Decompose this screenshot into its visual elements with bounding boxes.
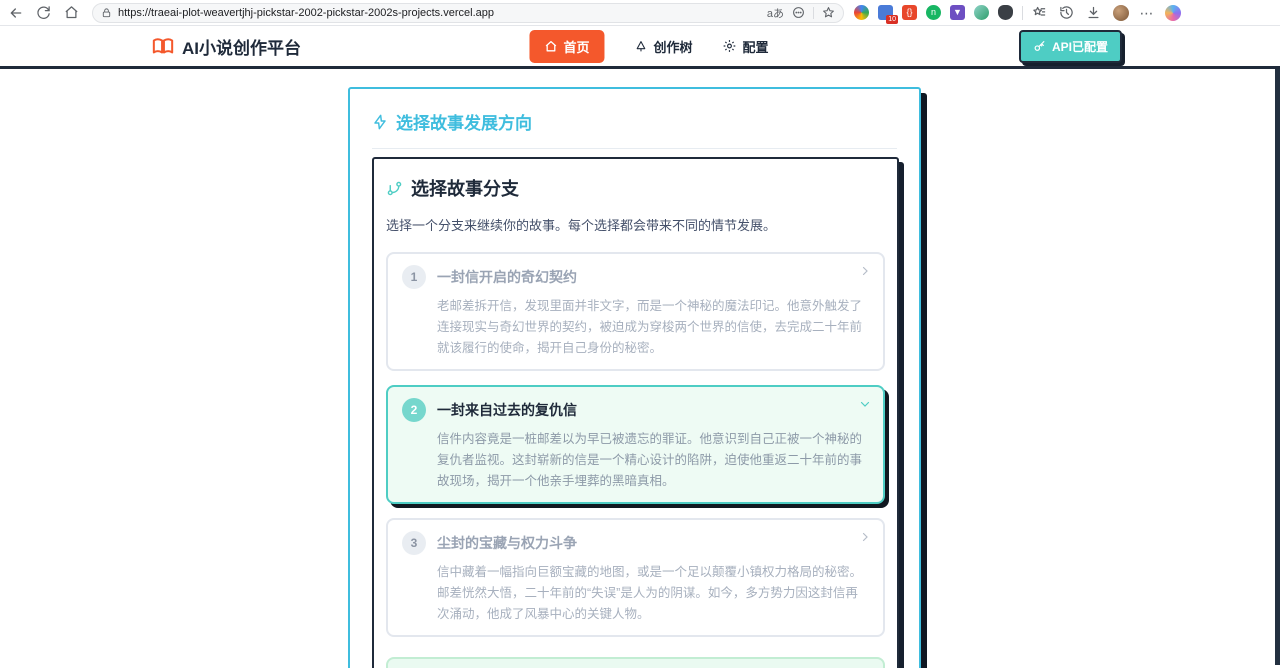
extension-shield-icon[interactable]: ▼: [950, 5, 965, 20]
nav-home-button[interactable]: 首页: [529, 29, 605, 63]
site-info-lock-icon[interactable]: [101, 7, 112, 19]
generation-progress-box: 正在生成详细内容... ∴· 19% 完成 预计还需 10-20 秒: [386, 657, 885, 668]
extension-colorwheel-icon[interactable]: [854, 5, 869, 20]
back-icon[interactable]: [8, 5, 26, 21]
section-title-row: 选择故事发展方向: [372, 109, 897, 134]
reader-icon[interactable]: [792, 6, 805, 19]
nav-creation-tree[interactable]: 创作树: [634, 37, 693, 56]
story-direction-panel: 选择故事发展方向 选择故事分支 选择一个分支来继续你的故事。每个选择都会带来不同…: [348, 87, 921, 668]
tree-icon: [634, 40, 647, 53]
option-title: 一封来自过去的复仇信: [437, 402, 577, 418]
option-number-badge: 3: [402, 531, 426, 555]
key-icon: [1033, 40, 1046, 53]
option-description: 信件内容竟是一桩邮差以为早已被遗忘的罪证。他意识到自己正被一个神秘的复仇者监视。…: [437, 432, 863, 488]
history-icon[interactable]: [1059, 5, 1077, 20]
favorite-star-icon[interactable]: [822, 6, 835, 19]
option-title: 一封信开启的奇幻契约: [437, 269, 577, 285]
extension-cat-icon[interactable]: [998, 5, 1013, 20]
app-header: AI小说创作平台 首页 创作树 配置 API已配置: [0, 26, 1280, 69]
browser-toolbar: https://traeai-plot-weavertjhj-pickstar-…: [0, 0, 1280, 26]
gear-icon: [723, 39, 737, 53]
copilot-icon[interactable]: [1165, 4, 1181, 21]
branch-select-card: 选择故事分支 选择一个分支来继续你的故事。每个选择都会带来不同的情节发展。 1 …: [372, 157, 899, 668]
downloads-icon[interactable]: [1086, 5, 1104, 20]
extension-code-icon[interactable]: {}: [902, 5, 917, 20]
home-icon: [544, 40, 557, 53]
card-title: 选择故事分支: [411, 179, 519, 199]
branch-option-1[interactable]: 1 一封信开启的奇幻契约 老邮差拆开信，发现里面并非文字，而是一个神秘的魔法印记…: [386, 252, 885, 371]
nav-config[interactable]: 配置: [723, 37, 769, 56]
option-title: 尘封的宝藏与权力斗争: [437, 535, 577, 551]
extensions-row: 10 {} n ▼ ⋯: [854, 4, 1181, 24]
home-icon[interactable]: [64, 5, 82, 20]
card-title-row: 选择故事分支: [386, 175, 885, 201]
git-branch-icon: [386, 180, 403, 197]
divider: [1022, 5, 1023, 20]
option-description: 信中藏着一幅指向巨额宝藏的地图，或是一个足以颠覆小镇权力格局的秘密。邮差恍然大悟…: [437, 565, 863, 621]
extension-puzzle-icon[interactable]: 10: [878, 5, 898, 24]
card-subtitle: 选择一个分支来继续你的故事。每个选择都会带来不同的情节发展。: [386, 218, 777, 233]
chevron-right-icon: [859, 265, 871, 277]
chevron-right-icon: [859, 531, 871, 543]
option-description: 老邮差拆开信，发现里面并非文字，而是一个神秘的魔法印记。他意外触发了连接现实与奇…: [437, 299, 863, 355]
section-title: 选择故事发展方向: [396, 114, 532, 133]
book-icon: [152, 37, 174, 56]
api-button-label: API已配置: [1051, 39, 1108, 54]
app-logo[interactable]: AI小说创作平台: [152, 34, 301, 59]
api-configured-button[interactable]: API已配置: [1018, 29, 1122, 63]
app-title: AI小说创作平台: [182, 38, 301, 58]
main-nav: 首页 创作树 配置: [529, 29, 769, 63]
extension-plant-icon[interactable]: [974, 5, 989, 20]
translate-icon[interactable]: aあ: [767, 5, 784, 21]
nav-config-label: 配置: [742, 39, 769, 55]
scrollbar[interactable]: [1275, 69, 1280, 665]
page-body: 选择故事发展方向 选择故事分支 选择一个分支来继续你的故事。每个选择都会带来不同…: [0, 69, 1280, 668]
branch-option-3[interactable]: 3 尘封的宝藏与权力斗争 信中藏着一幅指向巨额宝藏的地图，或是一个足以颠覆小镇权…: [386, 518, 885, 637]
collections-icon[interactable]: [1032, 5, 1050, 20]
url-text[interactable]: https://traeai-plot-weavertjhj-pickstar-…: [118, 7, 761, 19]
lightning-icon: [372, 114, 388, 130]
divider: [372, 148, 897, 149]
address-bar[interactable]: https://traeai-plot-weavertjhj-pickstar-…: [92, 2, 844, 23]
profile-avatar[interactable]: [1113, 4, 1129, 21]
branch-options: 1 一封信开启的奇幻契约 老邮差拆开信，发现里面并非文字，而是一个神秘的魔法印记…: [386, 252, 885, 637]
divider: [813, 6, 814, 19]
option-number-badge: 2: [402, 398, 426, 422]
browser-menu-icon[interactable]: ⋯: [1138, 6, 1156, 20]
refresh-icon[interactable]: [36, 5, 54, 20]
chevron-down-icon: [859, 398, 871, 410]
nav-tree-label: 创作树: [653, 39, 693, 55]
extension-n-icon[interactable]: n: [926, 5, 941, 20]
option-number-badge: 1: [402, 265, 426, 289]
nav-home-label: 首页: [563, 39, 590, 55]
extension-badge: 10: [886, 15, 898, 24]
branch-option-2-selected[interactable]: 2 一封来自过去的复仇信 信件内容竟是一桩邮差以为早已被遗忘的罪证。他意识到自己…: [386, 385, 885, 504]
